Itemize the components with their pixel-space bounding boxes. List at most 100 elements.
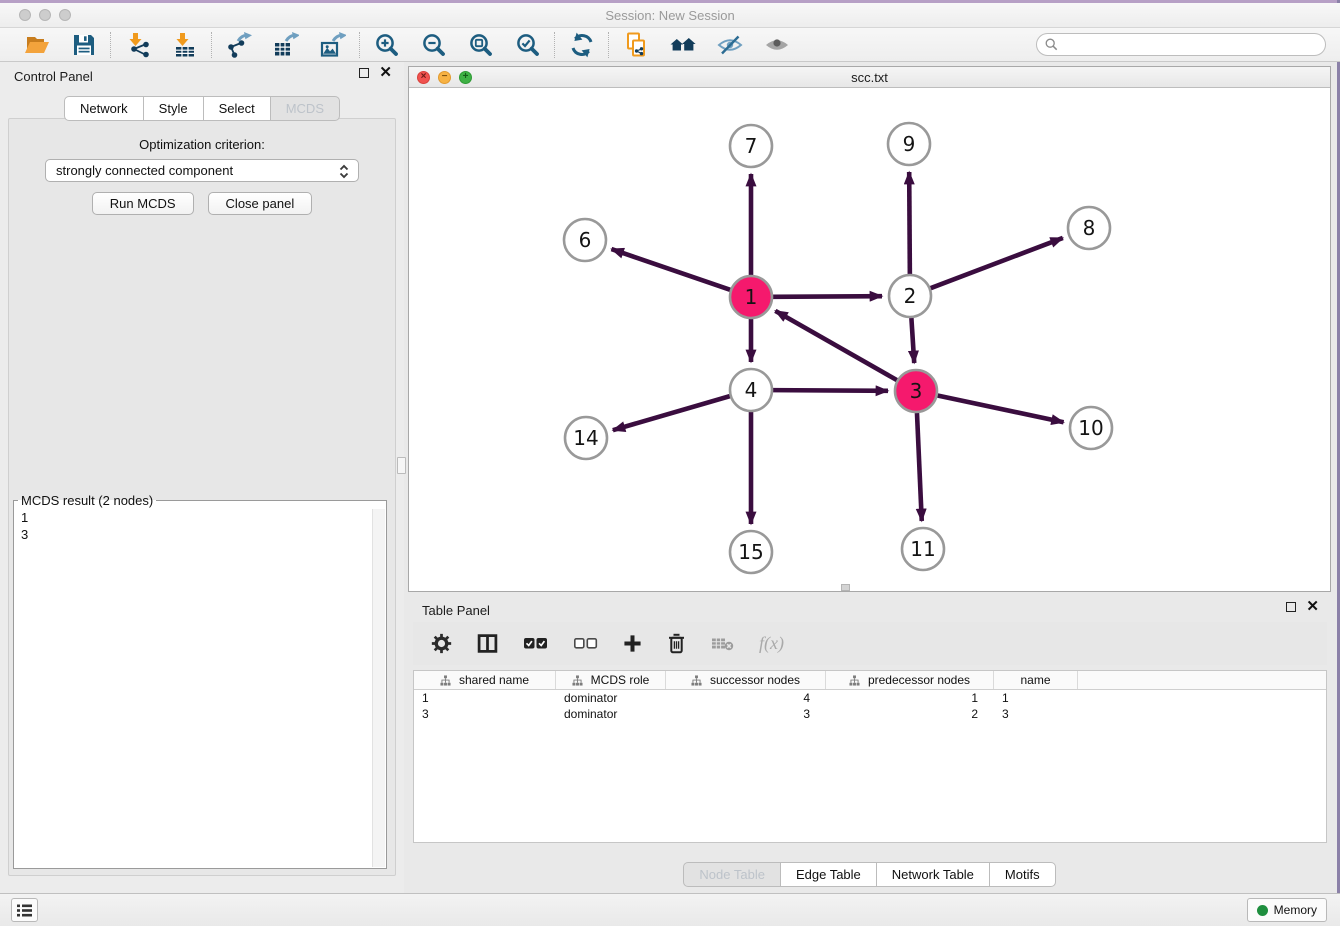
task-history-button[interactable] — [11, 898, 38, 922]
node-10[interactable]: 10 — [1070, 407, 1112, 449]
node-11[interactable]: 11 — [902, 528, 944, 570]
tab-style[interactable]: Style — [143, 96, 204, 121]
unselect-all-columns-button[interactable] — [573, 632, 598, 656]
tab-network-table[interactable]: Network Table — [876, 862, 990, 887]
cell-successor-nodes[interactable]: 4 — [666, 690, 826, 706]
edge-4-14[interactable] — [613, 396, 730, 430]
cell-name[interactable]: 1 — [994, 690, 1078, 706]
result-scrollbar[interactable] — [372, 509, 385, 867]
search-input[interactable] — [1058, 36, 1325, 54]
node-15[interactable]: 15 — [730, 531, 772, 573]
column-header-successor-nodes[interactable]: successor nodes — [666, 671, 826, 689]
cell-MCDS-role[interactable]: dominator — [556, 706, 666, 722]
node-2[interactable]: 2 — [889, 275, 931, 317]
cell-successor-nodes[interactable]: 3 — [666, 706, 826, 722]
close-panel-button[interactable]: Close panel — [208, 192, 313, 215]
close-panel-icon[interactable]: ✕ — [379, 68, 392, 78]
table-row[interactable]: 3dominator323 — [414, 706, 1326, 722]
export-network-button[interactable] — [225, 31, 252, 58]
node-6[interactable]: 6 — [564, 219, 606, 261]
float-panel-icon[interactable] — [359, 68, 369, 78]
network-frame-titlebar[interactable]: × − + scc.txt — [409, 67, 1330, 88]
network-canvas[interactable]: 7 9 6 8 1 2 4 3 14 10 15 11 — [409, 88, 1330, 591]
import-table-button[interactable] — [171, 31, 198, 58]
node-label: 10 — [1078, 416, 1103, 440]
edge-2-3[interactable] — [911, 318, 914, 363]
titlebar: Session: New Session — [0, 3, 1340, 28]
memory-button[interactable]: Memory — [1247, 898, 1327, 922]
tab-node-table[interactable]: Node Table — [683, 862, 781, 887]
edge-3-11[interactable] — [917, 413, 922, 521]
tab-mcds[interactable]: MCDS — [270, 96, 340, 121]
node-14[interactable]: 14 — [565, 417, 607, 459]
mcds-result-box: MCDS result (2 nodes) 13 — [13, 493, 387, 869]
edge-3-10[interactable] — [938, 396, 1064, 423]
home-view-button[interactable] — [669, 31, 696, 58]
canvas-scroll-thumb[interactable] — [841, 584, 850, 591]
open-file-button[interactable] — [23, 31, 50, 58]
search-box[interactable] — [1036, 33, 1326, 56]
edge-1-2[interactable] — [773, 296, 882, 297]
tab-select[interactable]: Select — [203, 96, 271, 121]
import-network-button[interactable] — [124, 31, 151, 58]
criterion-dropdown[interactable]: strongly connected component — [45, 159, 359, 182]
cell-name[interactable]: 3 — [994, 706, 1078, 722]
edge-2-9[interactable] — [909, 172, 910, 274]
cell-predecessor-nodes[interactable]: 2 — [826, 706, 994, 722]
table-row[interactable]: 1dominator411 — [414, 690, 1326, 706]
split-columns-button[interactable] — [477, 632, 498, 656]
panel-splitter-handle[interactable] — [397, 457, 406, 474]
main-toolbar — [0, 28, 1340, 62]
column-header-MCDS-role[interactable]: MCDS role — [556, 671, 666, 689]
show-panels-button[interactable] — [763, 31, 790, 58]
node-9[interactable]: 9 — [888, 123, 930, 165]
network-graph[interactable]: 7 9 6 8 1 2 4 3 14 10 15 11 — [409, 88, 1330, 591]
column-header-name[interactable]: name — [994, 671, 1078, 689]
node-label: 3 — [910, 379, 923, 403]
optimization-criterion-label: Optimization criterion: — [9, 137, 395, 152]
zoom-in-button[interactable] — [373, 31, 400, 58]
float-table-panel-icon[interactable] — [1286, 602, 1296, 612]
cell-shared-name[interactable]: 3 — [414, 706, 556, 722]
export-image-button[interactable] — [319, 31, 346, 58]
zoom-out-icon — [421, 32, 447, 58]
edge-3-1[interactable] — [775, 311, 897, 380]
hide-panels-button[interactable] — [716, 31, 743, 58]
zoom-fit-button[interactable] — [467, 31, 494, 58]
add-column-button[interactable] — [623, 632, 642, 656]
delete-column-button[interactable] — [667, 632, 686, 656]
save-session-button[interactable] — [70, 31, 97, 58]
tab-edge-table[interactable]: Edge Table — [780, 862, 877, 887]
show-panels-icon — [764, 32, 790, 58]
column-header-predecessor-nodes[interactable]: predecessor nodes — [826, 671, 994, 689]
column-header-shared-name[interactable]: shared name — [414, 671, 556, 689]
cell-MCDS-role[interactable]: dominator — [556, 690, 666, 706]
table-body: 1dominator4113dominator323 — [414, 690, 1326, 722]
node-8[interactable]: 8 — [1068, 207, 1110, 249]
export-table-button[interactable] — [272, 31, 299, 58]
edge-2-8[interactable] — [931, 238, 1063, 288]
zoom-out-button[interactable] — [420, 31, 447, 58]
copy-network-button[interactable] — [622, 31, 649, 58]
cell-predecessor-nodes[interactable]: 1 — [826, 690, 994, 706]
node-7[interactable]: 7 — [730, 125, 772, 167]
run-mcds-button[interactable]: Run MCDS — [92, 192, 194, 215]
zoom-selected-button[interactable] — [514, 31, 541, 58]
cell-shared-name[interactable]: 1 — [414, 690, 556, 706]
close-table-panel-icon[interactable]: ✕ — [1306, 602, 1319, 612]
function-builder-button[interactable]: f(x) — [759, 632, 784, 656]
dropdown-stepper-icon — [336, 163, 352, 183]
node-4[interactable]: 4 — [730, 369, 772, 411]
toolbar-group — [111, 31, 211, 58]
table-settings-button[interactable] — [431, 632, 452, 656]
refresh-button[interactable] — [568, 31, 595, 58]
delete-table-button[interactable] — [711, 632, 734, 656]
edge-4-3[interactable] — [773, 390, 888, 391]
tab-network[interactable]: Network — [64, 96, 144, 121]
export-image-icon — [320, 32, 346, 58]
tab-motifs[interactable]: Motifs — [989, 862, 1056, 887]
select-all-columns-button[interactable] — [523, 632, 548, 656]
node-1[interactable]: 1 — [730, 276, 772, 318]
node-3[interactable]: 3 — [895, 370, 937, 412]
edge-1-6[interactable] — [611, 249, 730, 290]
